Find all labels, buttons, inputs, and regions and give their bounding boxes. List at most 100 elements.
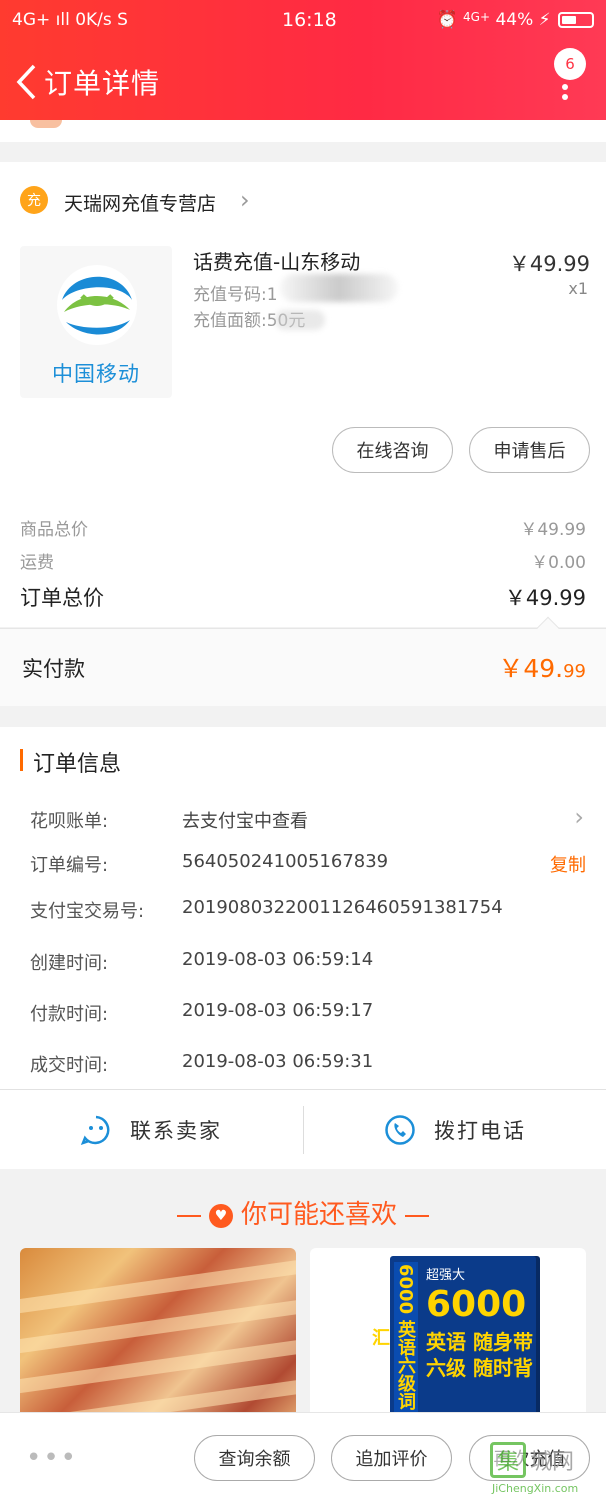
back-button[interactable] bbox=[8, 62, 44, 102]
battery-percent: 44% bbox=[495, 10, 534, 30]
watermark-logo-icon: 集 bbox=[490, 1442, 526, 1478]
divider bbox=[303, 1106, 304, 1154]
contact-bar: 联系卖家 拨打电话 bbox=[0, 1089, 606, 1169]
goods-total-row: 商品总价 ￥49.99 bbox=[20, 515, 586, 540]
add-review-button[interactable]: 追加评价 bbox=[331, 1435, 452, 1481]
book-tagline: 超强大 bbox=[426, 1268, 466, 1283]
paid-label: 实付款 bbox=[22, 657, 85, 681]
shop-recharge-icon: 充 bbox=[20, 186, 48, 214]
order-info-card: 订单信息 花呗账单: 去支付宝中查看 › 订单编号: 5640502410051… bbox=[0, 727, 606, 1089]
chevron-right-icon[interactable]: › bbox=[240, 186, 250, 214]
recharge-number: 充值号码:1 bbox=[193, 285, 278, 305]
alipay-trade-row: 支付宝交易号: 2019080322001126460591381754 bbox=[30, 897, 586, 923]
info-label: 成交时间: bbox=[30, 1055, 109, 1076]
product-quantity: x1 bbox=[568, 279, 588, 298]
book-cover: 6000 英语六级词汇 超强大 6000 英语 随身带 六级 随时背 bbox=[369, 1256, 536, 1428]
book-line-2: 六级 随时背 bbox=[426, 1356, 533, 1380]
huabei-row[interactable]: 花呗账单: 去支付宝中查看 › bbox=[30, 803, 586, 833]
page-title: 订单详情 bbox=[44, 67, 161, 100]
deal-time-row: 成交时间: 2019-08-03 06:59:31 bbox=[30, 1051, 586, 1077]
china-mobile-logo-icon bbox=[57, 265, 137, 345]
order-total-value: ￥49.99 bbox=[504, 586, 586, 610]
order-total-row: 订单总价 ￥49.99 bbox=[20, 582, 586, 612]
redaction-blur bbox=[275, 310, 325, 330]
divider bbox=[176, 1214, 201, 1217]
info-value: 去支付宝中查看 bbox=[182, 811, 308, 832]
paid-amount-row: 实付款 ￥49.99 bbox=[0, 616, 606, 706]
watermark-url: JiChengXin.com bbox=[492, 1482, 579, 1495]
order-number-row: 订单编号: 564050241005167839 复制 bbox=[30, 851, 586, 877]
header: 4G+ ıll 0K/s S 16:18 ⏰ 4G+ 44% ⚡ 订单详情 6 bbox=[0, 0, 606, 120]
clock: 16:18 bbox=[282, 9, 337, 31]
shipping-label: 运费 bbox=[20, 553, 54, 573]
message-badge[interactable]: 6 bbox=[554, 48, 586, 80]
info-label: 支付宝交易号: bbox=[30, 901, 145, 922]
chevron-right-icon[interactable]: › bbox=[574, 803, 584, 831]
network-label: 4G+ bbox=[463, 10, 491, 24]
contact-seller-button[interactable]: 联系卖家 bbox=[80, 1090, 222, 1170]
alarm-icon: ⏰ bbox=[436, 10, 458, 30]
deal-time: 2019-08-03 06:59:31 bbox=[182, 1051, 374, 1072]
status-right: ⏰ 4G+ 44% ⚡ bbox=[436, 10, 594, 30]
more-dot bbox=[562, 84, 568, 90]
order-detail-screen: 4G+ ıll 0K/s S 16:18 ⏰ 4G+ 44% ⚡ 订单详情 6 … bbox=[0, 0, 606, 1500]
charging-icon: ⚡ bbox=[538, 10, 551, 30]
watermark-text: 城网 bbox=[530, 1450, 575, 1475]
online-consult-button[interactable]: 在线咨询 bbox=[332, 427, 453, 473]
watermark: 集 城网 JiChengXin.com bbox=[490, 1442, 602, 1498]
product-price: ￥49.99 bbox=[508, 252, 590, 276]
info-label: 花呗账单: bbox=[30, 811, 109, 832]
book-line-1: 英语 随身带 bbox=[426, 1330, 533, 1354]
call-phone-label: 拨打电话 bbox=[434, 1119, 526, 1143]
alipay-trade-number: 2019080322001126460591381754 bbox=[182, 897, 503, 918]
paid-value-main: ￥49. bbox=[498, 654, 564, 683]
order-info-heading: 订单信息 bbox=[33, 752, 122, 777]
shop-card: 充 天瑞网充值专营店 › 中国移动 话费充值-山东移动 充值号码:1 充值面额:… bbox=[0, 162, 606, 627]
after-sale-button[interactable]: 申请售后 bbox=[469, 427, 590, 473]
chevron-left-icon bbox=[16, 64, 36, 100]
shipping-value: ￥0.00 bbox=[531, 553, 586, 573]
order-total-label: 订单总价 bbox=[20, 586, 104, 610]
shop-name[interactable]: 天瑞网充值专营店 bbox=[64, 189, 216, 216]
goods-total-label: 商品总价 bbox=[20, 520, 88, 540]
battery-icon bbox=[558, 12, 594, 28]
call-phone-button[interactable]: 拨打电话 bbox=[384, 1090, 526, 1170]
heart-icon: ♥ bbox=[208, 1203, 233, 1228]
recommend-heading: ♥ 你可能还喜欢 bbox=[0, 1194, 606, 1231]
nav-bar: 订单详情 6 bbox=[0, 48, 606, 110]
status-icon-partial bbox=[30, 120, 62, 128]
check-balance-button[interactable]: 查询余额 bbox=[194, 1435, 315, 1481]
book-number: 6000 bbox=[426, 1284, 527, 1325]
created-time: 2019-08-03 06:59:14 bbox=[182, 949, 374, 970]
recommended-item-book[interactable]: 6000 英语六级词汇 超强大 6000 英语 随身带 六级 随时背 bbox=[310, 1248, 586, 1428]
recommend-title: 你可能还喜欢 bbox=[240, 1200, 397, 1230]
goods-total-value: ￥49.99 bbox=[520, 520, 586, 540]
paid-value-cents: 99 bbox=[563, 661, 586, 682]
redaction-blur bbox=[280, 274, 398, 302]
copy-button[interactable]: 复制 bbox=[550, 851, 586, 877]
recommended-item-pastry[interactable] bbox=[20, 1248, 296, 1428]
shipping-row: 运费 ￥0.00 bbox=[20, 548, 586, 573]
status-bar: 4G+ ıll 0K/s S 16:18 ⏰ 4G+ 44% ⚡ bbox=[0, 0, 606, 40]
more-dot bbox=[562, 94, 568, 100]
info-label: 创建时间: bbox=[30, 953, 109, 974]
phone-icon bbox=[385, 1115, 415, 1145]
contact-seller-label: 联系卖家 bbox=[130, 1119, 222, 1143]
info-label: 付款时间: bbox=[30, 1004, 109, 1025]
paid-time: 2019-08-03 06:59:17 bbox=[182, 1000, 374, 1021]
info-label: 订单编号: bbox=[30, 855, 109, 876]
more-actions-button[interactable]: ••• bbox=[26, 1443, 78, 1473]
created-time-row: 创建时间: 2019-08-03 06:59:14 bbox=[30, 949, 586, 975]
product-image[interactable]: 中国移动 bbox=[20, 246, 172, 398]
chat-face-icon bbox=[80, 1115, 110, 1146]
book-spine-text: 6000 英语六级词汇 bbox=[369, 1262, 418, 1412]
product-title[interactable]: 话费充值-山东移动 bbox=[193, 246, 360, 275]
divider bbox=[405, 1214, 429, 1217]
paid-time-row: 付款时间: 2019-08-03 06:59:17 bbox=[30, 1000, 586, 1026]
paid-value: ￥49.99 bbox=[498, 649, 586, 685]
logo-text: 中国移动 bbox=[52, 362, 140, 386]
signal-info: 4G+ ıll 0K/s S bbox=[12, 10, 128, 30]
previous-section-peek bbox=[0, 120, 606, 142]
section-marker bbox=[20, 749, 23, 771]
order-number: 564050241005167839 bbox=[182, 851, 389, 872]
